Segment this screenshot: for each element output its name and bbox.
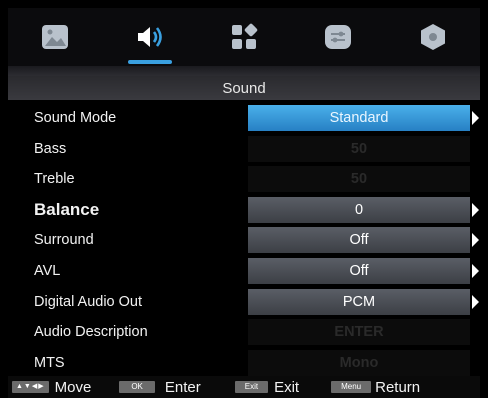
- menu-title: Sound: [222, 79, 266, 97]
- tab-settings[interactable]: [291, 8, 385, 66]
- ok-key-icon: OK: [119, 381, 155, 393]
- treble-label: Treble: [34, 171, 75, 188]
- digital-audio-out-label: Digital Audio Out: [34, 293, 143, 310]
- chevron-right-icon[interactable]: [472, 233, 479, 248]
- apps-icon: [232, 23, 258, 49]
- row-mts: MTS Mono: [8, 348, 480, 379]
- picture-icon: [42, 25, 69, 49]
- tab-lock[interactable]: [386, 8, 480, 66]
- arrow-keys-icon: ▲▼◀▶: [12, 381, 49, 393]
- row-surround[interactable]: Surround Off: [8, 225, 480, 256]
- sound-settings-list: Sound Mode Standard Bass 50 Treble 50 Ba…: [8, 103, 480, 378]
- row-balance[interactable]: Balance 0: [8, 195, 480, 226]
- category-tab-bar: [8, 8, 480, 66]
- menu-title-bar: Sound: [8, 76, 480, 100]
- surround-label: Surround: [34, 232, 94, 249]
- row-digital-audio-out[interactable]: Digital Audio Out PCM: [8, 287, 480, 318]
- balance-label: Balance: [34, 199, 100, 219]
- return-hint-label: Return: [375, 378, 421, 396]
- move-hint: ▲▼◀▶ Move: [12, 379, 91, 396]
- mts-label: MTS: [34, 354, 65, 371]
- chevron-right-icon[interactable]: [472, 263, 479, 278]
- avl-value[interactable]: Off: [248, 257, 470, 284]
- menu-key-icon: Menu: [331, 381, 372, 393]
- chevron-right-icon[interactable]: [472, 111, 479, 125]
- chevron-right-icon[interactable]: [472, 202, 479, 217]
- exit-key-icon: Exit: [234, 381, 269, 393]
- row-treble: Treble 50: [8, 164, 480, 195]
- tab-sound[interactable]: [102, 8, 196, 66]
- return-hint: Menu Return: [331, 379, 420, 396]
- audio-description-label: Audio Description: [34, 324, 148, 341]
- row-audio-description: Audio Description ENTER: [8, 317, 480, 348]
- exit-hint-label: Exit: [274, 378, 300, 396]
- digital-audio-out-value[interactable]: PCM: [248, 288, 470, 315]
- mts-value: Mono: [248, 349, 470, 376]
- row-sound-mode[interactable]: Sound Mode Standard: [8, 103, 480, 134]
- surround-value[interactable]: Off: [248, 227, 470, 254]
- enter-hint-label: Enter: [164, 378, 201, 396]
- tab-picture[interactable]: [8, 8, 102, 66]
- tab-apps[interactable]: [197, 8, 291, 66]
- key-hint-bar: ▲▼◀▶ Move OK Enter Exit Exit Menu Return: [8, 376, 480, 398]
- move-hint-label: Move: [54, 378, 92, 396]
- bass-value: 50: [248, 135, 470, 162]
- header-separator: [8, 66, 480, 76]
- row-bass: Bass 50: [8, 134, 480, 165]
- enter-hint: OK Enter: [119, 378, 201, 396]
- lock-hexagon-icon: [420, 24, 445, 50]
- audio-description-value: ENTER: [248, 319, 470, 346]
- active-tab-indicator: [127, 60, 172, 64]
- chevron-right-icon[interactable]: [472, 294, 479, 309]
- speaker-icon: [137, 27, 162, 47]
- sound-mode-label: Sound Mode: [34, 110, 117, 126]
- avl-label: AVL: [34, 262, 61, 279]
- exit-hint: Exit Exit: [234, 378, 300, 396]
- row-avl[interactable]: AVL Off: [8, 256, 480, 287]
- balance-value[interactable]: 0: [248, 196, 470, 223]
- settings-sliders-icon: [325, 25, 352, 49]
- treble-value: 50: [248, 166, 470, 193]
- sound-mode-value[interactable]: Standard: [248, 105, 470, 131]
- bass-label: Bass: [34, 140, 67, 157]
